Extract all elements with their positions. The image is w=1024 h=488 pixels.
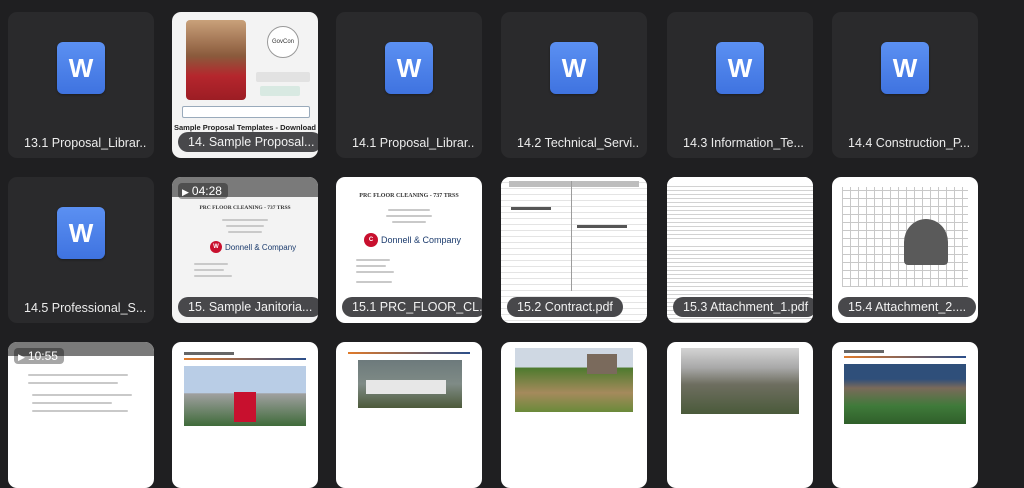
file-tile-14-3[interactable]: W 14.3 Information_Te...: [667, 12, 813, 158]
doc-heading: PRC FLOOR CLEANING - 737 TRSS: [359, 193, 459, 199]
file-tile-14-2[interactable]: W 14.2 Technical_Servi...: [501, 12, 647, 158]
file-tile-row3-6[interactable]: [832, 342, 978, 488]
play-icon: ▶: [18, 352, 25, 362]
file-tile-15-1[interactable]: PRC FLOOR CLEANING - 737 TRSS C Donnell &…: [336, 177, 482, 323]
word-document-icon: W: [716, 42, 764, 94]
file-name: 14.1 Proposal_Librar...: [352, 136, 474, 150]
file-tile-14-1[interactable]: W 14.1 Proposal_Librar...: [336, 12, 482, 158]
preview-button: [182, 106, 310, 118]
file-thumbnail: [501, 342, 647, 488]
file-name: 14.3 Information_Te...: [683, 136, 804, 150]
file-thumbnail: [832, 342, 978, 488]
play-icon: ▶: [182, 187, 189, 197]
file-tile-15[interactable]: PRC FLOOR CLEANING - 737 TRSS W Donnell &…: [172, 177, 318, 323]
file-name: 14.5 Professional_S...: [24, 301, 146, 315]
file-name: 15.3 Attachment_1.pdf: [673, 297, 813, 317]
file-tile-15-3[interactable]: 15.3 Attachment_1.pdf: [667, 177, 813, 323]
badge-row: [260, 86, 300, 96]
file-thumbnail: [667, 342, 813, 488]
file-tile-15-4[interactable]: 15.4 Attachment_2....: [832, 177, 978, 323]
file-name: 13.1 Proposal_Librar...: [24, 136, 146, 150]
word-document-icon: W: [57, 42, 105, 94]
govcon-badge: GovCon: [267, 26, 299, 58]
word-document-icon: W: [385, 42, 433, 94]
file-tile-15-2[interactable]: 15.2 Contract.pdf: [501, 177, 647, 323]
portrait-photo: [186, 20, 246, 100]
company-logo: C Donnell & Company: [364, 233, 461, 247]
video-duration: ▶ 04:28: [178, 183, 228, 199]
file-name: 15.1 PRC_FLOOR_CL...: [342, 297, 482, 317]
file-tile-14[interactable]: GovCon Sample Proposal Templates - Downl…: [172, 12, 318, 158]
stadium-photo: [844, 364, 966, 424]
file-tile-14-5[interactable]: W 14.5 Professional_S...: [8, 177, 154, 323]
file-tile-row3-5[interactable]: [667, 342, 813, 488]
file-tile-row3-4[interactable]: [501, 342, 647, 488]
preview-title: Sample Proposal Templates - Download: [174, 123, 316, 132]
file-tile-14-4[interactable]: W 14.4 Construction_P...: [832, 12, 978, 158]
crowd-photo: [681, 348, 799, 414]
word-document-icon: W: [881, 42, 929, 94]
file-name: 14. Sample Proposal...: [178, 132, 318, 152]
badge-row: [256, 72, 310, 82]
word-document-icon: W: [550, 42, 598, 94]
file-name: 14.2 Technical_Servi...: [517, 136, 639, 150]
file-tile-13-1[interactable]: W 13.1 Proposal_Librar...: [8, 12, 154, 158]
company-logo: W Donnell & Company: [210, 241, 296, 253]
file-tile-row3-1[interactable]: ▶ 10:55: [8, 342, 154, 488]
file-name: 15.4 Attachment_2....: [838, 297, 977, 317]
file-thumbnail: [336, 342, 482, 488]
file-thumbnail: [172, 342, 318, 488]
file-name: 14.4 Construction_P...: [848, 136, 970, 150]
doc-heading: PRC FLOOR CLEANING - 737 TRSS: [199, 205, 291, 211]
file-name: 15. Sample Janitoria...: [178, 297, 318, 317]
file-tile-row3-3[interactable]: [336, 342, 482, 488]
file-name: 15.2 Contract.pdf: [507, 297, 623, 317]
word-document-icon: W: [57, 207, 105, 259]
video-duration: ▶ 10:55: [14, 348, 64, 364]
file-tile-row3-2[interactable]: [172, 342, 318, 488]
